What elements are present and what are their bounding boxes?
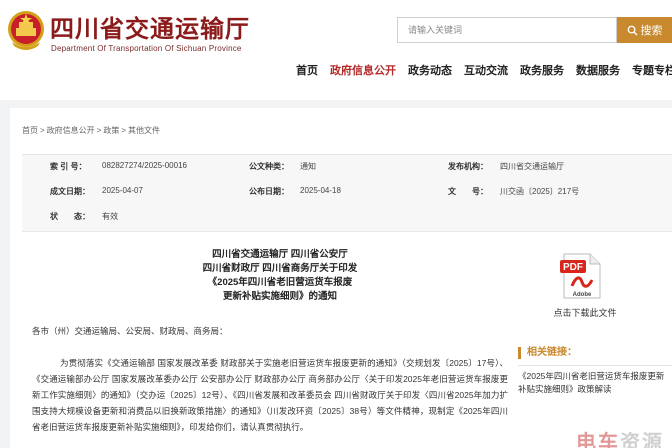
related-links-heading: 相关链接： [518, 347, 577, 359]
meta-index-value: 082827274/2025-00016 [102, 161, 187, 170]
breadcrumb-item[interactable]: 政策 [103, 126, 119, 135]
watermark-part2: 资源 [620, 432, 664, 448]
meta-written-value: 2025-04-07 [102, 186, 143, 195]
document-title: 四川省交通运输厅 四川省公安厅 四川省财政厅 四川省商务厅关于印发 《2025年… [150, 248, 410, 304]
document-title-line: 四川省交通运输厅 四川省公安厅 [212, 249, 348, 260]
pdf-icon-label: PDF [563, 262, 583, 273]
site-subtitle: Department Of Transportation Of Sichuan … [51, 44, 242, 53]
breadcrumb-item[interactable]: 首页 [22, 126, 38, 135]
document-metadata: 索 引 号： 082827274/2025-00016 公文种类： 通知 发布机… [22, 154, 672, 232]
nav-item[interactable]: 政务服务 [514, 63, 570, 81]
meta-issuer-label: 发布机构： [448, 162, 488, 171]
meta-doc-no-value: 川交函〔2025〕217号 [500, 187, 580, 196]
pdf-file-icon[interactable]: PDF Adobe [558, 252, 604, 300]
meta-status-label: 状 态： [50, 212, 90, 221]
breadcrumb-separator: > [121, 126, 127, 135]
meta-pub-date-label: 公布日期： [249, 187, 289, 196]
meta-doc-no-label: 文 号： [448, 187, 488, 196]
document-title-line: 更新补贴实施细则》的通知 [222, 291, 337, 302]
breadcrumb-item[interactable]: 政府信息公开 [47, 126, 95, 135]
watermark-part1: 电车 [576, 432, 620, 448]
search-button[interactable]: 搜索 [617, 17, 672, 43]
breadcrumb: 首页 > 政府信息公开 > 政策 > 其他文件 [22, 125, 162, 136]
meta-issuer-value: 四川省交通运输厅 [500, 162, 564, 171]
meta-pub-type-value: 通知 [300, 162, 316, 171]
nav-item[interactable]: 数据服务 [570, 63, 626, 81]
breadcrumb-separator: > [96, 126, 102, 135]
document-title-line: 《2025年四川省老旧营运货车报废 [207, 277, 353, 288]
document-paragraph: 为贯彻落实《交通运输部 国家发展改革委 财政部关于实施老旧营运货车报废更新的通知… [32, 358, 508, 432]
download-file-link[interactable]: 点击下载此文件 [540, 306, 630, 319]
site-header: 四川省交通运输厅 Department Of Transportation Of… [0, 0, 672, 100]
nav-item[interactable]: 首页 [290, 63, 324, 81]
related-link[interactable]: 《2025年四川省老旧营运货车报废更新补贴实施细则》政策解读 [518, 370, 668, 396]
watermark: 电车资源 [576, 426, 664, 448]
meta-index-label: 索 引 号： [50, 162, 87, 171]
search-input[interactable] [397, 17, 617, 43]
search-button-label: 搜索 [640, 25, 663, 37]
meta-written-label: 成文日期： [50, 187, 90, 196]
nav-item[interactable]: 政务动态 [402, 63, 458, 81]
site-title[interactable]: 四川省交通运输厅 [50, 9, 250, 44]
document-title-line: 四川省财政厅 四川省商务厅关于印发 [202, 263, 358, 274]
main-nav: 首页 政府信息公开 政务动态 互动交流 政务服务 数据服务 专题专栏 [290, 63, 672, 81]
document-recipients: 各市（州）交通运输局、公安局、财政局、商务局： [32, 326, 228, 336]
meta-pub-type-label: 公文种类： [249, 162, 289, 171]
nav-item[interactable]: 专题专栏 [626, 63, 672, 81]
nav-item[interactable]: 政府信息公开 [324, 63, 402, 81]
article-panel: 首页 > 政府信息公开 > 政策 > 其他文件 索 引 号： 082827274/2025-… [10, 108, 672, 448]
breadcrumb-separator: > [40, 126, 45, 135]
meta-pub-date-value: 2025-04-18 [300, 186, 341, 195]
breadcrumb-item[interactable]: 其他文件 [128, 126, 160, 135]
related-divider [518, 365, 672, 366]
nav-item[interactable]: 互动交流 [458, 63, 514, 81]
national-emblem-icon [8, 11, 44, 50]
pdf-icon-brand: Adobe [573, 292, 592, 298]
meta-status-value: 有效 [102, 212, 118, 221]
search-icon [627, 25, 638, 36]
